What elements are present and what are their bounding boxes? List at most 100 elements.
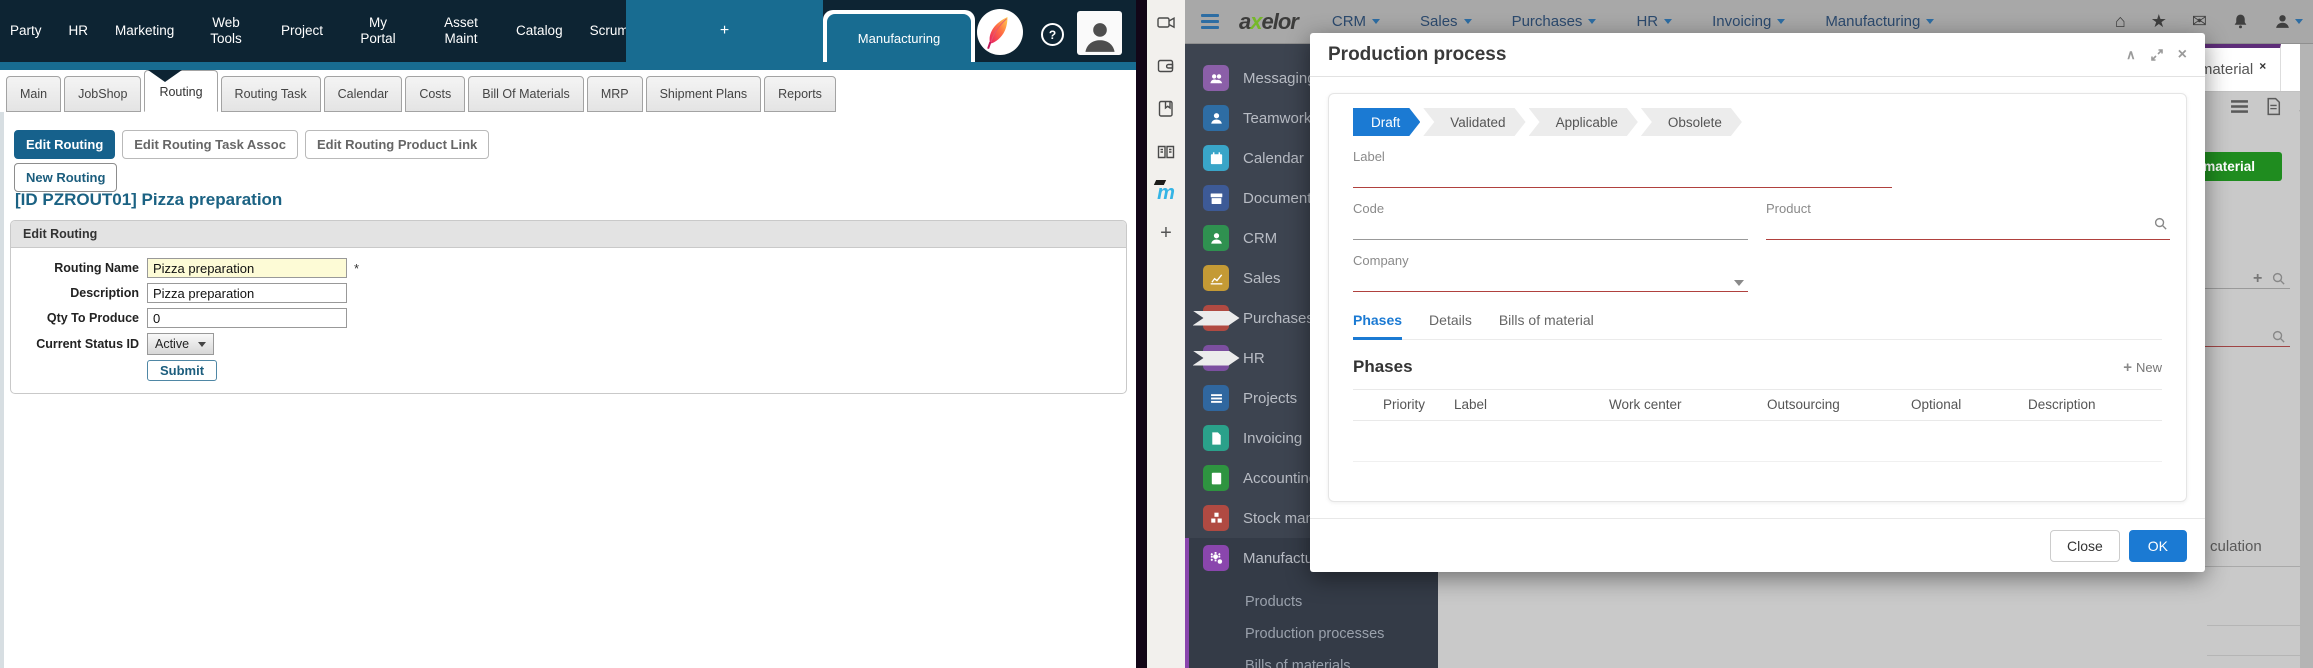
gears-icon [1203,545,1229,571]
col-work-center[interactable]: Work center [1609,390,1682,420]
status-draft[interactable]: Draft [1353,108,1420,136]
submit-button[interactable]: Submit [147,360,217,381]
axelor-logo[interactable]: axelor [1239,9,1298,35]
tab-bill-of-materials[interactable]: Bill Of Materials [468,76,584,112]
code-field[interactable]: Code [1353,201,1748,240]
submenu-bills-of-materials[interactable]: Bills of materials [1189,650,1438,668]
col-description[interactable]: Description [2028,390,2096,420]
edit-routing-product-link-button[interactable]: Edit Routing Product Link [305,130,489,159]
modal-footer: Close OK [1310,518,2205,572]
chevron-down-icon [1926,19,1934,24]
close-tab-icon[interactable]: × [2259,59,2266,73]
edit-routing-task-assoc-button[interactable]: Edit Routing Task Assoc [122,130,298,159]
user-menu-icon[interactable] [2274,13,2303,30]
current-status-select[interactable]: Active [147,333,214,355]
chevron-down-icon [1734,280,1744,286]
screen-share-icon[interactable] [1155,12,1177,34]
tab-routing-task[interactable]: Routing Task [221,76,321,112]
nav-my-portal[interactable]: My Portal [350,15,406,47]
app-switcher-manufacturing-tab[interactable]: Manufacturing [827,14,971,62]
bell-icon[interactable] [2232,13,2249,30]
company-field[interactable]: Company [1353,253,1748,292]
plus-icon[interactable]: + [2253,270,2262,288]
submenu-products[interactable]: Products [1189,586,1438,618]
screen: Party HR Marketing Web Tools Project My … [0,0,2313,668]
moodle-icon[interactable]: m [1157,184,1175,202]
menu-crm[interactable]: CRM [1332,13,1380,30]
close-icon[interactable]: × [2178,46,2187,64]
col-optional[interactable]: Optional [1911,390,1961,420]
close-button[interactable]: Close [2050,530,2120,562]
tab-main[interactable]: Main [6,76,61,112]
tab-details[interactable]: Details [1429,312,1472,339]
tab-bills-of-material[interactable]: Bills of material [1499,312,1594,339]
search-icon[interactable] [2271,271,2286,291]
menu-hr[interactable]: HR [1636,13,1672,30]
label-field[interactable]: Label [1353,149,1892,188]
status-validated[interactable]: Validated [1423,108,1525,136]
required-marker: * [354,261,359,276]
nav-asset-maint[interactable]: Asset Maint [433,15,489,47]
submenu-production-processes[interactable]: Production processes [1189,618,1438,650]
modal-body: Draft Validated Applicable Obsolete Labe… [1310,77,2205,518]
expand-icon[interactable] [2151,49,2163,61]
mail-icon[interactable]: ✉ [2192,11,2207,32]
tab-mrp[interactable]: MRP [587,76,643,112]
wallet-icon[interactable] [1155,55,1177,77]
help-icon[interactable]: ? [1041,23,1064,46]
nav-web-tools[interactable]: Web Tools [198,15,254,47]
list-view-icon[interactable] [2230,97,2249,116]
collapse-icon[interactable]: ∧ [2126,47,2136,63]
star-icon[interactable]: ★ [2151,11,2167,32]
nav-marketing[interactable]: Marketing [115,23,171,39]
tab-shipment-plans[interactable]: Shipment Plans [646,76,762,112]
browser-dock: m + [1147,0,1185,668]
tab-reports[interactable]: Reports [764,76,836,112]
product-field[interactable]: Product [1766,201,2170,240]
search-icon[interactable] [2271,329,2286,349]
page-title: [ID PZROUT01] Pizza preparation [15,190,282,210]
nav-add-button[interactable]: + [626,0,823,62]
ok-button[interactable]: OK [2129,530,2187,562]
edit-routing-button[interactable]: Edit Routing [14,130,115,159]
nav-project[interactable]: Project [281,23,323,39]
description-input[interactable] [147,283,347,303]
nav-party[interactable]: Party [10,23,42,39]
routing-name-label: Routing Name [11,261,139,275]
ofbiz-logo[interactable] [977,9,1023,55]
qty-to-produce-label: Qty To Produce [11,311,139,325]
status-obsolete[interactable]: Obsolete [1641,108,1742,136]
tab-jobshop[interactable]: JobShop [64,76,141,112]
hamburger-menu-icon[interactable] [1201,14,1219,29]
qty-to-produce-input[interactable] [147,308,347,328]
search-icon[interactable] [2153,216,2168,236]
tab-costs[interactable]: Costs [405,76,465,112]
status-applicable[interactable]: Applicable [1529,108,1638,136]
new-routing-row: New Routing [14,163,117,192]
new-tab-icon[interactable]: + [1160,223,1172,243]
avatar[interactable] [1077,11,1122,55]
col-priority[interactable]: Priority [1383,390,1425,420]
menu-purchases[interactable]: Purchases [1512,13,1597,30]
nav-catalog[interactable]: Catalog [516,23,563,39]
home-icon[interactable]: ⌂ [2115,11,2126,32]
reading-list-icon[interactable] [1155,141,1177,163]
col-outsourcing[interactable]: Outsourcing [1767,390,1840,420]
qty-row: Qty To Produce [11,308,1126,328]
new-phase-button[interactable]: + New [2123,359,2162,376]
new-routing-button[interactable]: New Routing [14,163,117,192]
routing-name-input[interactable] [147,258,347,278]
nav-scrum[interactable]: Scrum [590,23,629,39]
tab-phases[interactable]: Phases [1353,312,1402,340]
nav-hr[interactable]: HR [69,23,89,39]
saved-book-icon[interactable] [1155,98,1177,120]
product-field-label: Product [1766,201,2170,216]
tab-calendar[interactable]: Calendar [324,76,403,112]
scrollbar[interactable] [2300,44,2313,668]
phases-panel-header: Phases + New [1353,357,2162,377]
menu-sales[interactable]: Sales [1420,13,1472,30]
menu-invoicing[interactable]: Invoicing [1712,13,1785,30]
col-label[interactable]: Label [1454,390,1487,420]
menu-manufacturing[interactable]: Manufacturing [1825,13,1934,30]
document-view-icon[interactable] [2264,97,2283,116]
